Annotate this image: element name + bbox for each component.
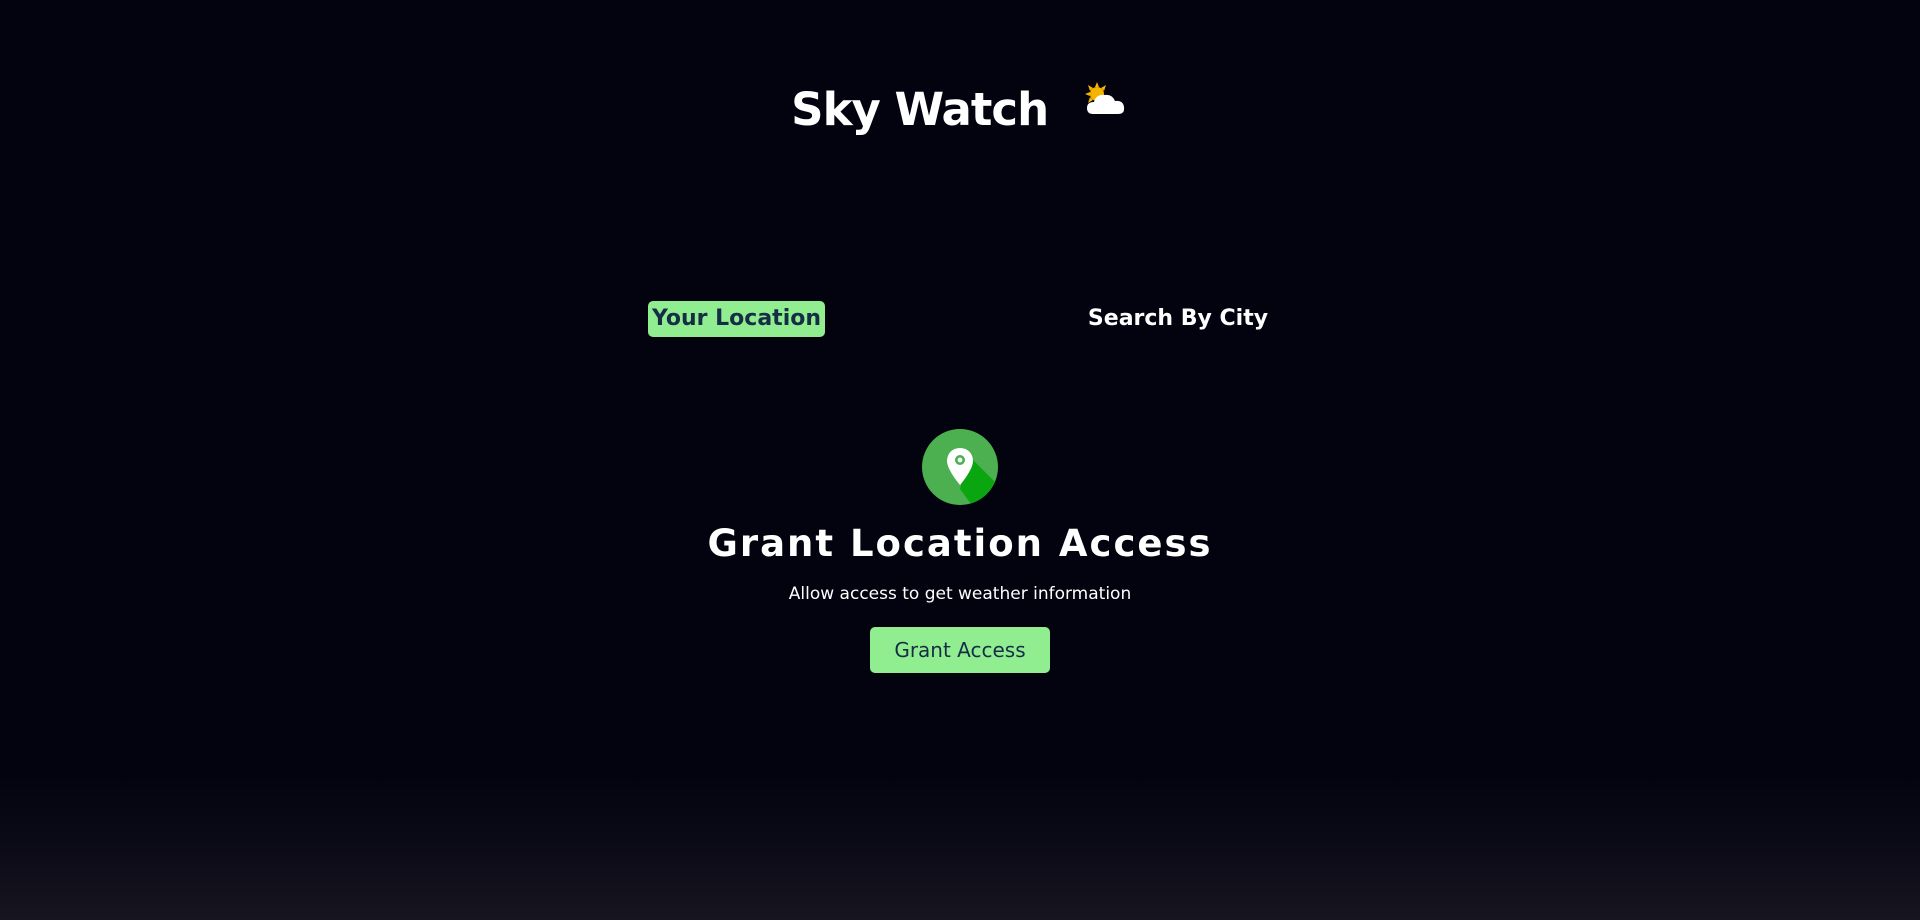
grant-heading: Grant Location Access — [707, 522, 1213, 565]
location-pin-icon — [922, 429, 998, 505]
tab-bar: Your Location Search By City — [0, 301, 1920, 337]
grant-access-button[interactable]: Grant Access — [870, 627, 1050, 673]
sun-behind-cloud-icon — [1081, 77, 1129, 133]
tab-search-by-city[interactable]: Search By City — [1080, 301, 1276, 337]
app-title: Sky Watch — [0, 82, 1920, 141]
tab-your-location[interactable]: Your Location — [648, 301, 825, 337]
app-title-text: Sky Watch — [791, 83, 1049, 136]
grant-description: Allow access to get weather information — [788, 584, 1132, 604]
grant-location-container: Grant Location Access Allow access to ge… — [0, 429, 1920, 673]
